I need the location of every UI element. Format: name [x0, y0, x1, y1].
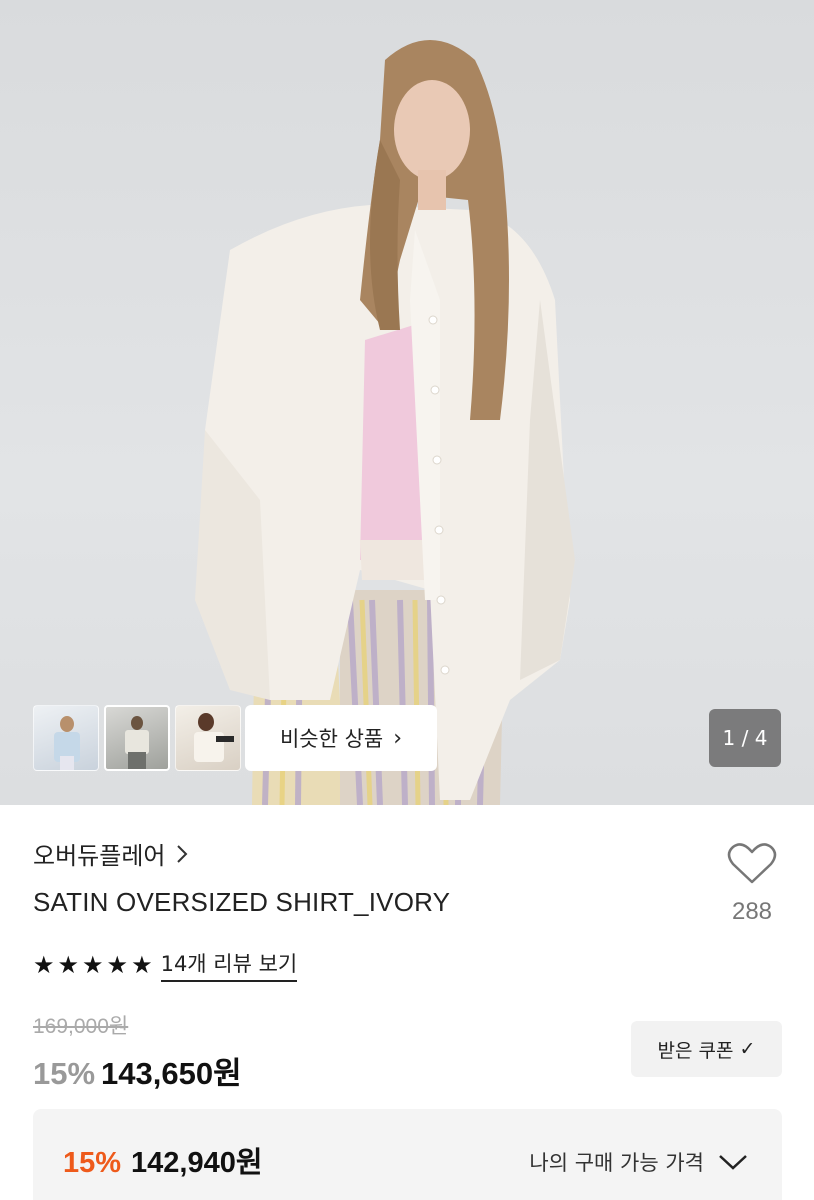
sale-price: 143,650원 [101, 1056, 242, 1091]
best-price-label: 나의 구매 가능 가격 [529, 1151, 704, 1175]
thumbnail-1[interactable] [33, 705, 99, 771]
similar-products-button[interactable]: 비슷한 상품 › [245, 705, 437, 771]
thumbnail-2[interactable] [104, 705, 170, 771]
original-price: 169,000원 [33, 1015, 129, 1038]
rating-row: ★ ★ ★ ★ ★ 14개 리뷰 보기 [33, 948, 298, 982]
star-icon: ★ [57, 951, 80, 979]
best-price-row: 15% 142,940원 [63, 1139, 263, 1181]
chevron-down-icon [719, 1155, 747, 1170]
rating-stars: ★ ★ ★ ★ ★ [33, 953, 153, 977]
best-price-toggle[interactable]: 나의 구매 가능 가격 [529, 1147, 748, 1177]
brand-link[interactable]: 오버듀플레어 [33, 836, 189, 871]
star-icon: ★ [82, 951, 104, 979]
chevron-right-icon [177, 844, 188, 863]
best-price-panel[interactable]: 15% 142,940원 나의 구매 가능 가격 [33, 1109, 782, 1200]
star-icon: ★ [106, 951, 129, 979]
chevron-right-icon: › [393, 725, 403, 751]
received-coupon-button[interactable]: 받은 쿠폰 ✓ [631, 1021, 782, 1077]
star-icon: ★ [131, 951, 153, 979]
star-icon: ★ [33, 951, 55, 979]
like-button[interactable]: 288 [718, 842, 786, 926]
price-row: 15% 143,650원 [33, 1048, 242, 1093]
heart-icon [727, 843, 777, 884]
review-link[interactable]: 14개 리뷰 보기 [160, 948, 298, 982]
product-image-gallery[interactable]: 비슷한 상품 › 1 / 4 [0, 0, 814, 805]
product-title: SATIN OVERSIZED SHIRT_IVORY [33, 887, 451, 917]
coupon-label: 받은 쿠폰 [657, 1039, 734, 1062]
discount-rate: 15% [33, 1056, 96, 1091]
thumbnail-3[interactable] [175, 705, 241, 771]
similar-products-label: 비슷한 상품 [279, 727, 384, 751]
best-discount-rate: 15% [63, 1147, 122, 1179]
image-counter: 1 / 4 [709, 709, 781, 767]
check-icon: ✓ [739, 1038, 756, 1060]
like-count: 288 [731, 898, 773, 925]
product-photo [195, 40, 575, 805]
best-price: 142,940원 [131, 1147, 263, 1179]
brand-name: 오버듀플레어 [33, 842, 166, 870]
